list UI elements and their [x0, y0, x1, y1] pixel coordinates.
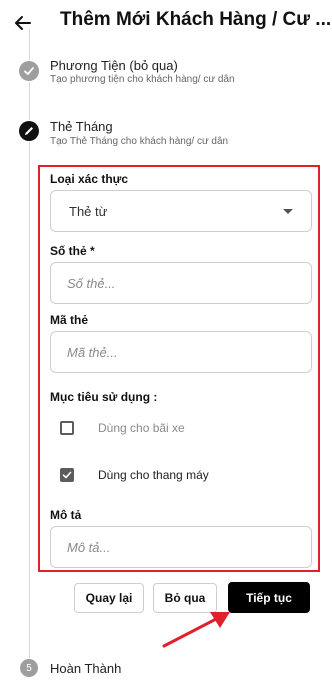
step-subtitle-monthly-card: Tạo Thẻ Tháng cho khách hàng/ cư dân	[50, 136, 229, 147]
back-button[interactable]: Quay lại	[74, 583, 144, 613]
auth-type-select[interactable]: Thẻ từ	[50, 190, 312, 232]
card-code-field	[50, 331, 312, 373]
usage-label: Mục tiêu sử dụng :	[50, 390, 158, 404]
stepper-line	[29, 142, 30, 658]
step-subtitle-vehicle: Tạo phương tiện cho khách hàng/ cư dân	[50, 74, 235, 85]
stepper-line	[29, 82, 30, 120]
card-number-label: Số thẻ *	[50, 244, 95, 258]
card-number-input[interactable]	[51, 263, 311, 303]
step-title-complete: Hoàn Thành	[50, 661, 122, 676]
step-number: 5	[26, 662, 32, 674]
page-title: Thêm Mới Khách Hàng / Cư ...	[60, 9, 332, 30]
annotation-arrow-icon	[162, 612, 230, 648]
step-number-badge: 5	[20, 659, 38, 677]
description-label: Mô tả	[50, 508, 82, 522]
step-edit-pencil-icon	[19, 121, 39, 141]
description-field	[50, 526, 312, 568]
check-icon	[62, 471, 72, 479]
elevator-checkbox-label: Dùng cho thang máy	[98, 468, 209, 482]
next-button[interactable]: Tiếp tục	[228, 582, 310, 613]
parking-checkbox-label: Dùng cho bãi xe	[98, 421, 185, 435]
step-title-monthly-card: Thẻ Tháng	[50, 119, 113, 134]
card-code-label: Mã thẻ	[50, 313, 89, 327]
card-code-input[interactable]	[51, 332, 311, 372]
stepper-line	[29, 30, 30, 60]
elevator-checkbox[interactable]	[60, 468, 74, 482]
card-number-field	[50, 262, 312, 304]
auth-type-label: Loại xác thực	[50, 172, 129, 186]
parking-checkbox[interactable]	[60, 421, 74, 435]
step-done-check-icon	[19, 61, 39, 81]
description-input[interactable]	[51, 527, 311, 567]
back-arrow-icon[interactable]	[10, 10, 36, 36]
step-title-vehicle: Phương Tiện (bỏ qua)	[50, 58, 178, 73]
chevron-down-icon	[283, 209, 293, 214]
auth-type-value: Thẻ từ	[69, 204, 108, 219]
